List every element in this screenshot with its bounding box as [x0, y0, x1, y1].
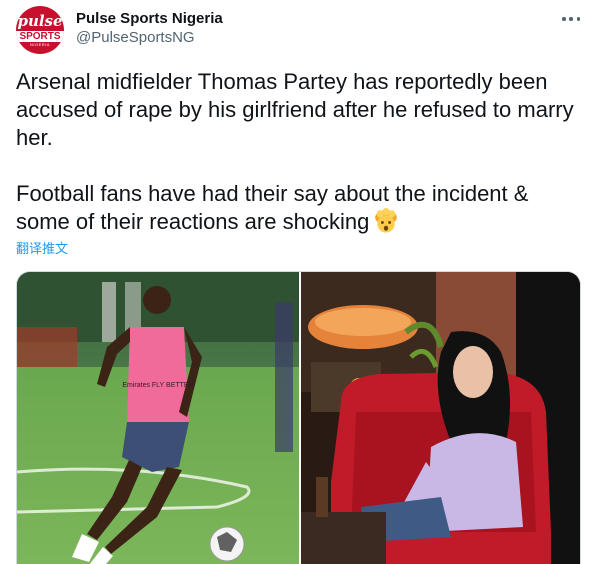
- jersey-sponsor-text: Emirates FLY BETTER: [122, 382, 193, 389]
- logo-text-pulse: pulse: [17, 12, 63, 30]
- tweet-paragraph-2-wrap: Football fans have had their say about t…: [16, 180, 581, 236]
- more-dot: [576, 17, 580, 21]
- football-player-photo: Emirates FLY BETTER: [17, 272, 299, 564]
- more-dot: [562, 17, 566, 21]
- tweet-text: Arsenal midfielder Thomas Partey has rep…: [16, 68, 581, 236]
- more-options-icon[interactable]: [560, 10, 582, 28]
- translate-tweet-link[interactable]: 翻译推文: [16, 241, 68, 257]
- photo-woman[interactable]: [301, 272, 580, 564]
- exploding-head-icon: [375, 208, 398, 233]
- photo-football-player[interactable]: Emirates FLY BETTER: [17, 272, 299, 564]
- logo-text-nigeria: NIGERIA: [30, 42, 50, 47]
- tweet-paragraph-1: Arsenal midfielder Thomas Partey has rep…: [16, 69, 574, 150]
- handle[interactable]: @PulseSportsNG: [76, 28, 223, 48]
- tweet: pulse SPORTS NIGERIA Pulse Sports Nigeri…: [0, 0, 594, 564]
- media-grid: Emirates FLY BETTER: [16, 271, 581, 564]
- author-names: Pulse Sports Nigeria @PulseSportsNG: [76, 9, 223, 48]
- avatar[interactable]: pulse SPORTS NIGERIA: [16, 6, 64, 54]
- logo-text-sports: SPORTS: [16, 31, 64, 42]
- tweet-paragraph-2: Football fans have had their say about t…: [16, 181, 529, 234]
- more-dot: [569, 17, 573, 21]
- woman-photo: [301, 272, 580, 564]
- display-name[interactable]: Pulse Sports Nigeria: [76, 9, 223, 28]
